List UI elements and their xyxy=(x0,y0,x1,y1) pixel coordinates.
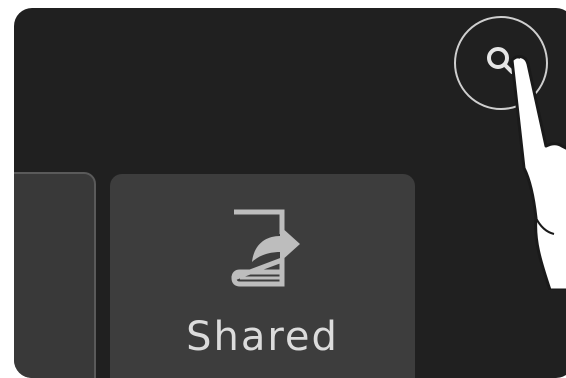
hand-pointer-icon xyxy=(509,55,566,290)
tile-partial-left[interactable] xyxy=(14,172,96,378)
tile-shared-label: Shared xyxy=(186,314,339,360)
tile-shared[interactable]: Shared xyxy=(110,174,415,378)
shared-book-icon xyxy=(231,209,300,287)
app-screen: Shared xyxy=(14,8,566,378)
